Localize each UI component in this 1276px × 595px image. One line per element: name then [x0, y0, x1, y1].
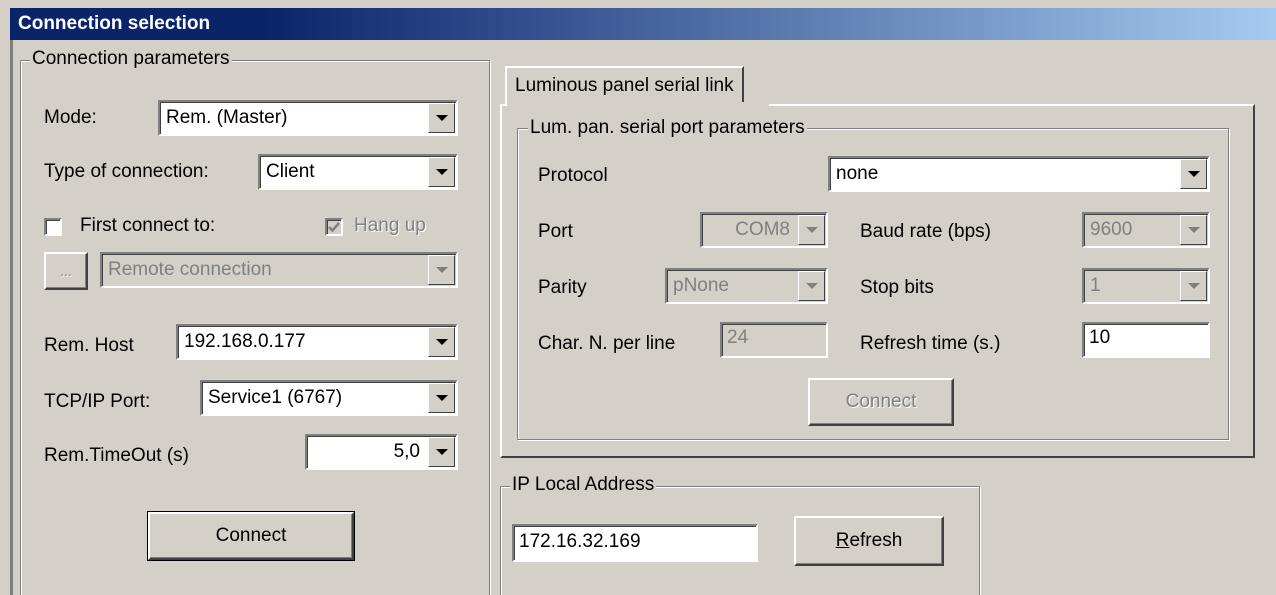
rem-host-label: Rem. Host [44, 335, 134, 356]
parity-value: pNone [673, 275, 729, 296]
rem-host-dropdown-button[interactable] [428, 327, 455, 357]
window-title-bar[interactable]: Connection selection [10, 8, 1276, 40]
hang-up-label: Hang up [354, 215, 426, 236]
protocol-dropdown-button[interactable] [1180, 159, 1207, 189]
tcp-ip-port-dropdown-button[interactable] [428, 383, 455, 413]
type-of-connection-label: Type of connection: [44, 161, 209, 182]
protocol-value: none [836, 163, 879, 184]
window-title: Connection selection [18, 13, 211, 34]
refresh-time-label: Refresh time (s.) [860, 333, 1001, 354]
baud-rate-dropdown-button[interactable] [1180, 215, 1207, 245]
chevron-down-icon [1187, 171, 1200, 177]
protocol-label: Protocol [538, 165, 608, 186]
parity-label: Parity [538, 277, 587, 298]
rem-timeout-dropdown-button[interactable] [428, 437, 455, 467]
char-per-line-input[interactable]: 24 [720, 322, 828, 358]
first-connect-label: First connect to: [80, 215, 216, 236]
ip-address-input[interactable]: 172.16.32.169 [512, 524, 758, 562]
char-per-line-label: Char. N. per line [538, 333, 676, 354]
rem-host-select[interactable]: 192.168.0.177 [176, 324, 458, 360]
parity-select[interactable]: pNone [665, 268, 828, 304]
stop-bits-value: 1 [1090, 275, 1101, 296]
refresh-button-label: Refresh [835, 530, 903, 551]
refresh-time-input[interactable]: 10 [1082, 322, 1210, 358]
serial-connect-button[interactable]: Connect [808, 378, 954, 426]
chevron-down-icon [435, 339, 448, 345]
mode-select[interactable]: Rem. (Master) [158, 100, 458, 136]
port-value: COM8 [735, 219, 790, 240]
rem-host-value: 192.168.0.177 [184, 331, 306, 352]
chevron-down-icon [435, 169, 448, 175]
baud-rate-value: 9600 [1090, 219, 1133, 240]
hang-up-checkbox[interactable] [325, 218, 343, 236]
tab-luminous-panel-serial-link[interactable]: Luminous panel serial link [505, 66, 744, 106]
rem-timeout-value: 5,0 [393, 441, 420, 462]
checkmark-icon [328, 222, 340, 233]
chevron-down-icon [435, 449, 448, 455]
mode-value: Rem. (Master) [166, 107, 288, 128]
baud-rate-label: Baud rate (bps) [860, 221, 991, 242]
remote-connection-select[interactable]: Remote connection [100, 252, 458, 288]
type-of-connection-dropdown-button[interactable] [428, 157, 455, 187]
remote-connection-dropdown-button[interactable] [428, 255, 455, 285]
stop-bits-select[interactable]: 1 [1082, 268, 1210, 304]
remote-connection-value: Remote connection [108, 259, 272, 280]
chevron-down-icon [1187, 283, 1200, 289]
port-dropdown-button[interactable] [798, 215, 825, 245]
parity-dropdown-button[interactable] [798, 271, 825, 301]
rem-timeout-label: Rem.TimeOut (s) [44, 445, 189, 466]
chevron-down-icon [1187, 227, 1200, 233]
browse-button[interactable]: ... [44, 252, 88, 290]
tcp-ip-port-value: Service1 (6767) [208, 387, 343, 408]
port-label: Port [538, 221, 573, 242]
ip-local-address-legend: IP Local Address [510, 474, 657, 496]
type-of-connection-select[interactable]: Client [258, 154, 458, 190]
protocol-select[interactable]: none [828, 156, 1210, 192]
chevron-down-icon [435, 395, 448, 401]
serial-port-parameters-legend: Lum. pan. serial port parameters [528, 117, 807, 139]
tab-join [507, 102, 769, 106]
mode-label: Mode: [44, 107, 97, 128]
baud-rate-select[interactable]: 9600 [1082, 212, 1210, 248]
refresh-button[interactable]: Refresh [794, 516, 944, 566]
chevron-down-icon [805, 283, 818, 289]
window-left-border [10, 40, 13, 595]
mode-dropdown-button[interactable] [428, 103, 455, 133]
stop-bits-dropdown-button[interactable] [1180, 271, 1207, 301]
chevron-down-icon [435, 115, 448, 121]
rem-timeout-select[interactable]: 5,0 [305, 434, 458, 470]
connection-parameters-legend: Connection parameters [30, 48, 232, 70]
chevron-down-icon [805, 227, 818, 233]
first-connect-checkbox[interactable] [44, 218, 62, 236]
port-select[interactable]: COM8 [700, 212, 828, 248]
tcp-ip-port-label: TCP/IP Port: [44, 391, 151, 412]
connect-button[interactable]: Connect [147, 511, 355, 561]
tcp-ip-port-select[interactable]: Service1 (6767) [200, 380, 458, 416]
type-of-connection-value: Client [266, 161, 315, 182]
chevron-down-icon [435, 267, 448, 273]
stop-bits-label: Stop bits [860, 277, 934, 298]
